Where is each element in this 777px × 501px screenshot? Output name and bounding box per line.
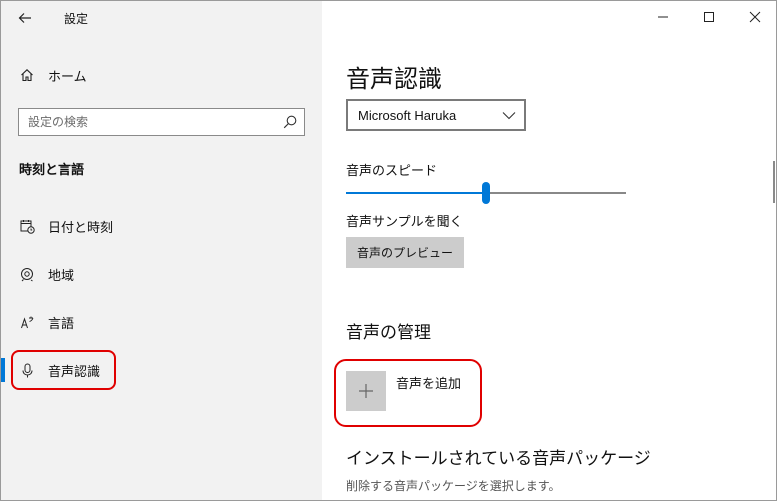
section-title: 時刻と言語 (19, 163, 85, 178)
home-icon (18, 66, 36, 84)
sidebar-item-label: 言語 (48, 316, 75, 332)
sidebar: 設定 ホーム 時刻と言語 日付と時刻 地域 (1, 1, 322, 500)
window-controls (640, 1, 776, 33)
back-button[interactable] (9, 3, 41, 33)
sidebar-item-language[interactable]: 言語 (1, 304, 322, 340)
close-icon (749, 11, 761, 23)
voice-select-value: Microsoft Haruka (358, 107, 457, 123)
speed-label: 音声のスピード (346, 164, 438, 179)
slider-fill (346, 192, 486, 194)
installed-heading: インストールされている音声パッケージ (346, 449, 651, 469)
nav-home[interactable]: ホーム (1, 59, 322, 91)
highlight-annotation (11, 350, 116, 390)
language-icon (18, 313, 36, 331)
search-icon[interactable] (282, 114, 298, 130)
minimize-button[interactable] (640, 1, 686, 33)
calendar-clock-icon (18, 217, 36, 235)
nav-home-label: ホーム (48, 69, 87, 85)
installed-description: 削除する音声パッケージを選択します。 (346, 479, 561, 493)
chevron-down-icon (502, 112, 516, 120)
highlight-annotation (334, 359, 482, 427)
search-box[interactable] (18, 108, 305, 136)
minimize-icon (658, 16, 668, 18)
sidebar-item-date-time[interactable]: 日付と時刻 (1, 208, 322, 244)
preview-button[interactable]: 音声のプレビュー (346, 237, 464, 268)
scrollbar[interactable] (773, 161, 775, 203)
search-input[interactable] (19, 109, 269, 135)
close-button[interactable] (732, 1, 776, 33)
sidebar-item-label: 地域 (48, 268, 75, 284)
maximize-button[interactable] (686, 1, 732, 33)
app-title: 設定 (64, 12, 89, 26)
selected-indicator (1, 358, 5, 382)
slider-thumb[interactable] (482, 182, 490, 204)
sample-label: 音声サンプルを聞く (346, 215, 463, 230)
settings-window: 設定 ホーム 時刻と言語 日付と時刻 地域 (0, 0, 777, 501)
voice-select[interactable]: Microsoft Haruka (346, 99, 526, 131)
page-title: 音声認識 (346, 65, 442, 93)
arrow-left-icon (18, 13, 31, 23)
maximize-icon (704, 12, 714, 22)
globe-icon (18, 265, 36, 283)
manage-heading: 音声の管理 (346, 323, 431, 343)
title-bar: 設定 (1, 1, 322, 35)
sidebar-item-label: 日付と時刻 (48, 220, 114, 236)
speed-slider[interactable] (346, 181, 626, 205)
sidebar-item-region[interactable]: 地域 (1, 256, 322, 292)
